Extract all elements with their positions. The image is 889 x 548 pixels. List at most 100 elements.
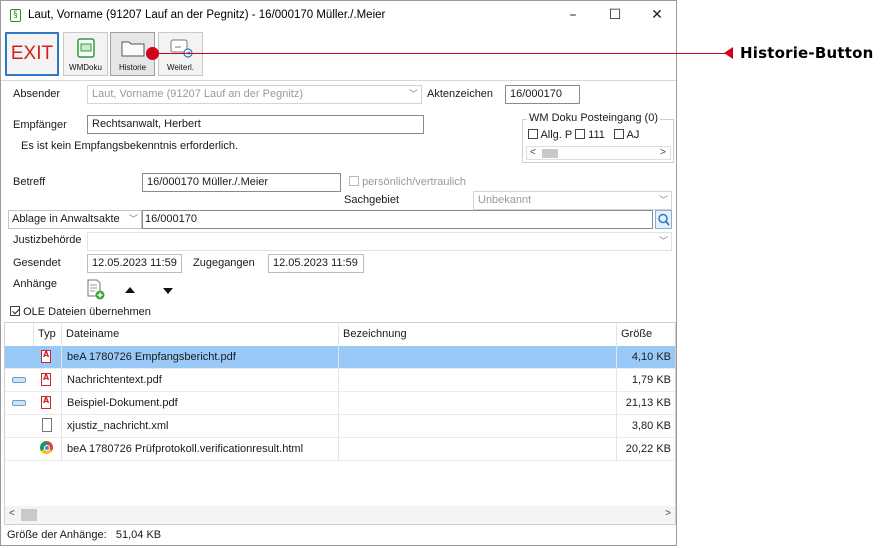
gesendet-label: Gesendet — [13, 257, 61, 269]
attachment-tag-icon — [12, 400, 26, 406]
wm-doku-title: WM Doku Posteingang (0) — [527, 112, 660, 124]
justizbehoerde-label: Justizbehörde — [13, 234, 82, 246]
cell-groesse: 21,13 KB — [625, 397, 671, 409]
checkbox-box — [10, 306, 20, 316]
toolbar: EXIT WMDoku Historie Weiterl. — [1, 30, 676, 81]
header-typ[interactable]: Typ — [34, 323, 62, 346]
xml-file-icon — [42, 418, 52, 432]
chevron-down-icon: ﹀ — [408, 89, 418, 99]
ablage-dropdown[interactable]: Ablage in Anwaltsakte ﹀ — [8, 210, 142, 229]
forward-icon — [170, 39, 193, 58]
scroll-left-icon[interactable]: < — [9, 508, 15, 519]
table-row[interactable]: beA 1780726 Empfangsbericht.pdf 4,10 KB — [5, 346, 675, 369]
minimize-button[interactable]: – — [553, 4, 593, 26]
absender-value: Laut, Vorname (91207 Lauf an der Pegnitz… — [92, 88, 303, 100]
scroll-right-icon[interactable]: > — [660, 147, 666, 158]
attachment-tag-icon — [12, 377, 26, 383]
scroll-left-icon[interactable]: < — [530, 147, 536, 158]
cell-bezeichnung — [340, 438, 617, 460]
akte-input[interactable]: 16/000170 — [142, 210, 653, 229]
ole-checkbox[interactable]: OLE Dateien übernehmen — [10, 306, 151, 318]
cell-dateiname: beA 1780726 Empfangsbericht.pdf — [67, 351, 236, 363]
akte-search-button[interactable] — [655, 210, 672, 229]
table-row[interactable]: xjustiz_nachricht.xml 3,80 KB — [5, 415, 675, 438]
empfaenger-label: Empfänger — [13, 119, 67, 131]
wmdoku-label: WMDoku — [69, 63, 102, 72]
absender-label: Absender — [13, 88, 61, 100]
message-window: § Laut, Vorname (91207 Lauf an der Pegni… — [0, 0, 677, 546]
checkbox-aj[interactable]: AJ — [614, 129, 639, 141]
add-attachment-icon[interactable] — [86, 279, 106, 301]
column-divider — [61, 415, 62, 437]
ole-label: OLE Dateien übernehmen — [23, 306, 151, 318]
cell-dateiname: beA 1780726 Prüfprotokoll.verificationre… — [67, 443, 304, 455]
checkbox-allg-p-label: Allg. P — [540, 129, 573, 141]
checkbox-allg-p[interactable]: Allg. P — [528, 129, 572, 141]
sachgebiet-dropdown[interactable]: Unbekannt ﹀ — [473, 191, 672, 210]
historie-label: Historie — [118, 63, 147, 72]
column-divider — [61, 346, 62, 368]
move-down-icon[interactable] — [162, 287, 174, 295]
move-up-icon[interactable] — [124, 286, 136, 294]
green-document-icon — [77, 38, 95, 58]
justizbehoerde-dropdown[interactable]: ﹀ — [87, 232, 672, 251]
window-title: Laut, Vorname (91207 Lauf an der Pegnitz… — [28, 9, 386, 21]
cell-dateiname: xjustiz_nachricht.xml — [67, 420, 169, 432]
sachgebiet-label: Sachgebiet — [344, 194, 400, 206]
wmdoku-button[interactable]: WMDoku — [63, 32, 108, 76]
header-dateiname[interactable]: Dateiname — [62, 323, 339, 346]
weiterleiten-label: Weiterl. — [167, 63, 194, 72]
column-divider — [61, 392, 62, 414]
annotation-label: Historie-Button — [740, 44, 874, 62]
betreff-input[interactable]: 16/000170 Müller./.Meier — [142, 173, 341, 192]
chrome-icon — [40, 441, 53, 454]
title-bar[interactable]: § Laut, Vorname (91207 Lauf an der Pegni… — [1, 1, 676, 30]
table-row[interactable]: Nachrichtentext.pdf 1,79 KB — [5, 369, 675, 392]
scroll-thumb[interactable] — [542, 149, 558, 158]
aktenzeichen-input[interactable]: 16/000170 — [505, 85, 580, 104]
anhaenge-label: Anhänge — [13, 278, 58, 290]
wm-doku-checkboxes: Allg. P 111 AJ — [528, 129, 639, 141]
zugegangen-value: 12.05.2023 11:59 — [268, 254, 364, 273]
close-button[interactable]: ✕ — [637, 4, 677, 26]
betreff-label: Betreff — [13, 176, 46, 188]
persoenlich-label: persönlich/vertraulich — [362, 176, 466, 188]
chevron-down-icon: ﹀ — [658, 236, 668, 246]
scroll-right-icon[interactable]: > — [665, 508, 671, 519]
header-groesse[interactable]: Größe — [617, 323, 675, 346]
annotation-arrow-icon — [724, 47, 733, 59]
exit-button[interactable]: EXIT — [5, 32, 59, 76]
wm-doku-scrollbar[interactable]: < > — [526, 146, 671, 160]
folder-icon — [121, 41, 145, 57]
header-blank — [5, 323, 34, 346]
header-bezeichnung[interactable]: Bezeichnung — [339, 323, 617, 346]
zugegangen-label: Zugegangen — [193, 257, 255, 269]
cell-groesse: 1,79 KB — [631, 374, 671, 386]
absender-dropdown[interactable]: Laut, Vorname (91207 Lauf an der Pegnitz… — [87, 85, 422, 104]
paragraph-app-icon: § — [10, 9, 21, 22]
maximize-button[interactable]: ☐ — [595, 4, 635, 26]
scroll-thumb[interactable] — [21, 509, 37, 521]
cell-groesse: 20,22 KB — [625, 443, 671, 455]
cell-bezeichnung — [340, 346, 617, 368]
table-row[interactable]: Beispiel-Dokument.pdf 21,13 KB — [5, 392, 675, 415]
persoenlich-checkbox[interactable]: persönlich/vertraulich — [349, 176, 466, 188]
table-row[interactable]: beA 1780726 Prüfprotokoll.verificationre… — [5, 438, 675, 461]
cell-groesse: 3,80 KB — [631, 420, 671, 432]
checkbox-111[interactable]: 111 — [575, 129, 605, 141]
checkbox-111-label: 111 — [588, 129, 605, 141]
cell-dateiname: Nachrichtentext.pdf — [67, 374, 162, 386]
pdf-icon — [41, 373, 51, 386]
cell-bezeichnung — [340, 415, 617, 437]
status-value: 51,04 KB — [115, 529, 162, 541]
table-scrollbar[interactable]: < > — [5, 506, 675, 524]
empfang-notice: Es ist kein Empfangsbekenntnis erforderl… — [21, 140, 239, 152]
empfaenger-input[interactable]: Rechtsanwalt, Herbert — [87, 115, 424, 134]
ablage-value: Ablage in Anwaltsakte — [12, 213, 120, 225]
checkbox-box — [614, 129, 625, 139]
cell-groesse: 4,10 KB — [631, 351, 671, 363]
cell-bezeichnung — [340, 369, 617, 391]
weiterleiten-button[interactable]: Weiterl. — [158, 32, 203, 76]
cell-bezeichnung — [340, 392, 617, 414]
checkbox-box — [528, 129, 538, 139]
